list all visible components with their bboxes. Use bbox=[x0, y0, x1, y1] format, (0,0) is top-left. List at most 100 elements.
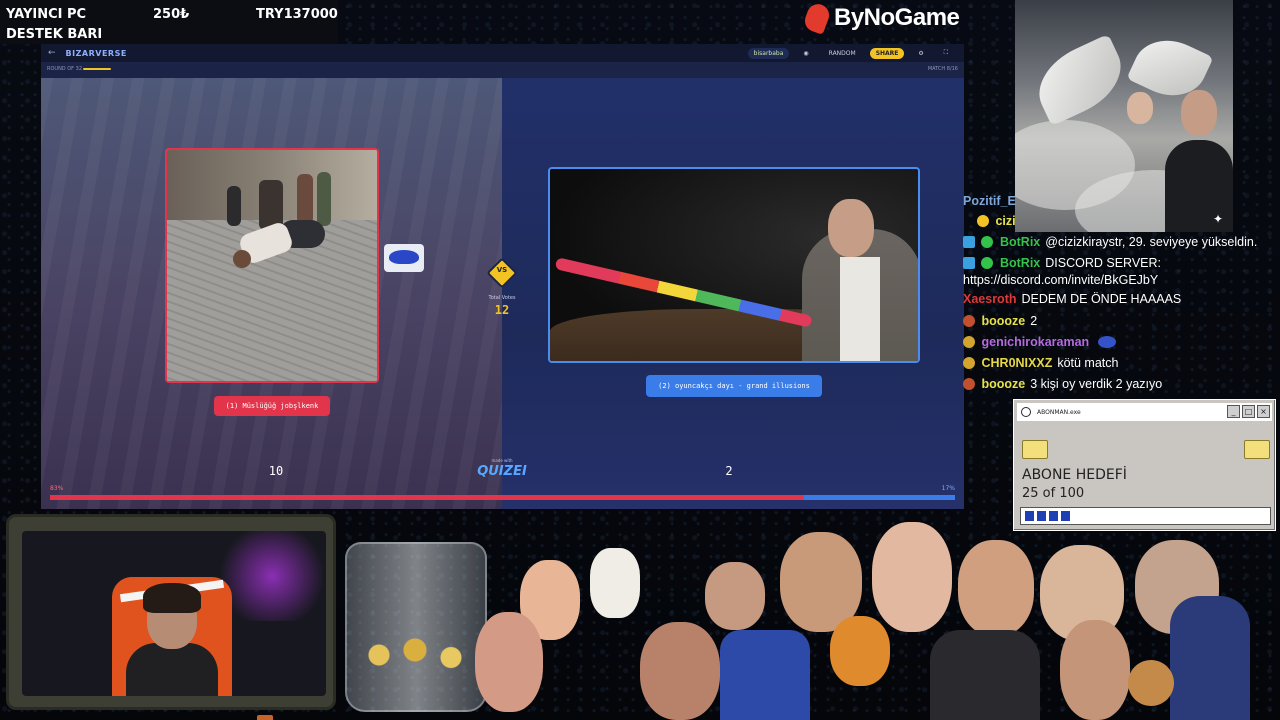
left-option-media[interactable] bbox=[165, 148, 379, 383]
brand-logo: ByNoGame bbox=[801, 1, 960, 35]
vote-share-bar bbox=[50, 495, 955, 500]
badge-icon bbox=[963, 315, 975, 327]
round-label: ROUND OF 32 bbox=[47, 66, 83, 72]
right-option-media[interactable] bbox=[548, 167, 920, 363]
coin-jar bbox=[345, 542, 487, 712]
face-sticker bbox=[872, 522, 952, 632]
suit-sticker bbox=[1170, 596, 1250, 720]
emote-icon bbox=[1097, 336, 1116, 348]
chat-username: Pozitif_E bbox=[963, 194, 1016, 208]
right-option-label[interactable]: (2) oyuncakçı dayı - grand illusions bbox=[646, 375, 822, 397]
face-sticker bbox=[705, 562, 765, 630]
random-button[interactable]: RANDOM bbox=[823, 48, 862, 59]
right-vote-count: 2 bbox=[725, 464, 733, 478]
chat-text: 3 kişi oy verdik 2 yazıyo bbox=[1030, 377, 1163, 391]
total-votes-value: 12 bbox=[494, 303, 510, 317]
donation-amount: 250₺ bbox=[153, 7, 190, 22]
face-sticker bbox=[1060, 620, 1130, 720]
settings-icon[interactable]: ⚙ bbox=[912, 48, 929, 59]
close-button[interactable]: × bbox=[1257, 405, 1270, 418]
chat-username: boooze bbox=[981, 377, 1026, 391]
chat-message: genichirokaraman bbox=[963, 335, 1119, 349]
streamer-body bbox=[126, 643, 218, 696]
suit-sticker bbox=[930, 630, 1040, 720]
left-vote-count: 10 bbox=[268, 464, 284, 478]
goal-count: 25 of 100 bbox=[1022, 486, 1085, 501]
badge-icon bbox=[963, 378, 975, 390]
left-option-label[interactable]: (1) Müslüğüğ jobşlkenk bbox=[214, 396, 330, 416]
face-sticker bbox=[640, 622, 720, 720]
chat-username: CHR0NIXXZ bbox=[981, 356, 1053, 370]
face-sticker bbox=[958, 540, 1034, 636]
discord-link[interactable]: https://discord.com/invite/BkGEJbY bbox=[963, 273, 1158, 287]
share-button[interactable]: SHARE bbox=[869, 47, 905, 59]
chat-message-continued: https://discord.com/invite/BkGEJbY bbox=[963, 273, 1158, 287]
chat-username: genichirokaraman bbox=[981, 335, 1090, 349]
donation-label: YAYINCI PC bbox=[6, 7, 87, 22]
game-topbar: ← BIZARVERSE bisarbaba ◉ RANDOM SHARE ⚙ … bbox=[41, 44, 964, 62]
chat-text: @cizizkiraystr, 29. seviyeye yükseldin. bbox=[1045, 235, 1258, 249]
chat-text: kötü match bbox=[1057, 356, 1119, 370]
person bbox=[297, 174, 313, 224]
fullscreen-icon[interactable]: ⛶ bbox=[938, 47, 954, 59]
goal-progress-segment bbox=[1037, 511, 1046, 521]
game-window: ← BIZARVERSE bisarbaba ◉ RANDOM SHARE ⚙ … bbox=[41, 44, 964, 509]
chat-message: Xaesroth DEDEM DE ÖNDE HAAAAS bbox=[963, 292, 1181, 306]
game-title: BIZARVERSE bbox=[65, 48, 127, 58]
emote-image bbox=[384, 244, 424, 272]
right-percent: 17% bbox=[941, 485, 955, 492]
vote-share-left-fill bbox=[50, 495, 804, 500]
chat-panel: Pozitif_E cizi BotRix @cizizkiraystr, 29.… bbox=[963, 192, 1280, 397]
badge-icon bbox=[963, 336, 975, 348]
webcam-view bbox=[22, 531, 326, 696]
face bbox=[1181, 90, 1217, 136]
verified-badge-icon bbox=[981, 236, 994, 248]
chat-message: BotRix DISCORD SERVER: bbox=[963, 256, 1161, 270]
minimize-button[interactable]: _ bbox=[1227, 405, 1240, 418]
vs-label: VS bbox=[496, 266, 508, 274]
maximize-button[interactable]: □ bbox=[1242, 405, 1255, 418]
game-topbar-actions: bisarbaba ◉ RANDOM SHARE ⚙ ⛶ bbox=[747, 47, 954, 59]
folder-icon bbox=[1022, 440, 1048, 459]
ice-cream-sticker bbox=[590, 548, 640, 618]
goal-progress-segment bbox=[1061, 511, 1070, 521]
chat-username: BotRix bbox=[999, 235, 1041, 249]
left-percent: 83% bbox=[50, 485, 64, 492]
arrow-left-icon[interactable]: ← bbox=[48, 48, 56, 58]
planet-sticker bbox=[1128, 660, 1174, 706]
goal-titlebar: ABONMAN.exe _ □ × bbox=[1017, 403, 1272, 421]
badge-icon bbox=[977, 215, 989, 227]
made-with-label: made with bbox=[491, 458, 513, 463]
user-chip[interactable]: bisarbaba bbox=[747, 47, 790, 59]
webcam-knob bbox=[257, 715, 273, 720]
brand-mark-icon bbox=[801, 1, 833, 35]
donation-goal: TRY137000 bbox=[256, 7, 338, 22]
chat-text: DEDEM DE ÖNDE HAAAAS bbox=[1021, 292, 1182, 306]
match-label: MATCH 8/16 bbox=[927, 66, 958, 72]
goal-heading: ABONE HEDEFİ bbox=[1022, 467, 1127, 483]
quizei-logo[interactable]: QUIZEI bbox=[471, 464, 533, 479]
goal-progress-segment bbox=[1049, 511, 1058, 521]
eye-icon[interactable]: ◉ bbox=[797, 48, 814, 59]
donation-bar-label: DESTEK BARI bbox=[6, 27, 103, 42]
face bbox=[1127, 92, 1153, 124]
webcam-frame bbox=[6, 514, 336, 720]
face-sticker bbox=[830, 616, 890, 686]
chat-message: cizi bbox=[977, 214, 1021, 228]
chat-username: BotRix bbox=[999, 256, 1041, 270]
chat-text: 2 bbox=[1030, 314, 1038, 328]
chat-message: BotRix @cizizkiraystr, 29. seviyeye yükse… bbox=[963, 235, 1257, 249]
round-progress: ROUND OF 32 MATCH 8/16 bbox=[41, 62, 964, 74]
donation-bar: YAYINCI PC 250₺ TRY137000 DESTEK BARI bbox=[0, 0, 338, 44]
round-progress-bar bbox=[83, 68, 111, 70]
goal-progress-segment bbox=[1025, 511, 1034, 521]
chat-username: boooze bbox=[981, 314, 1026, 328]
jersey-sticker bbox=[720, 630, 810, 720]
brand-name: ByNoGame bbox=[834, 4, 960, 31]
man-head bbox=[828, 199, 874, 257]
coins bbox=[355, 630, 475, 680]
face-sticker bbox=[475, 612, 543, 712]
badge-icon bbox=[963, 357, 975, 369]
chat-username: Xaesroth bbox=[963, 292, 1017, 306]
chat-username: cizi bbox=[995, 214, 1016, 228]
